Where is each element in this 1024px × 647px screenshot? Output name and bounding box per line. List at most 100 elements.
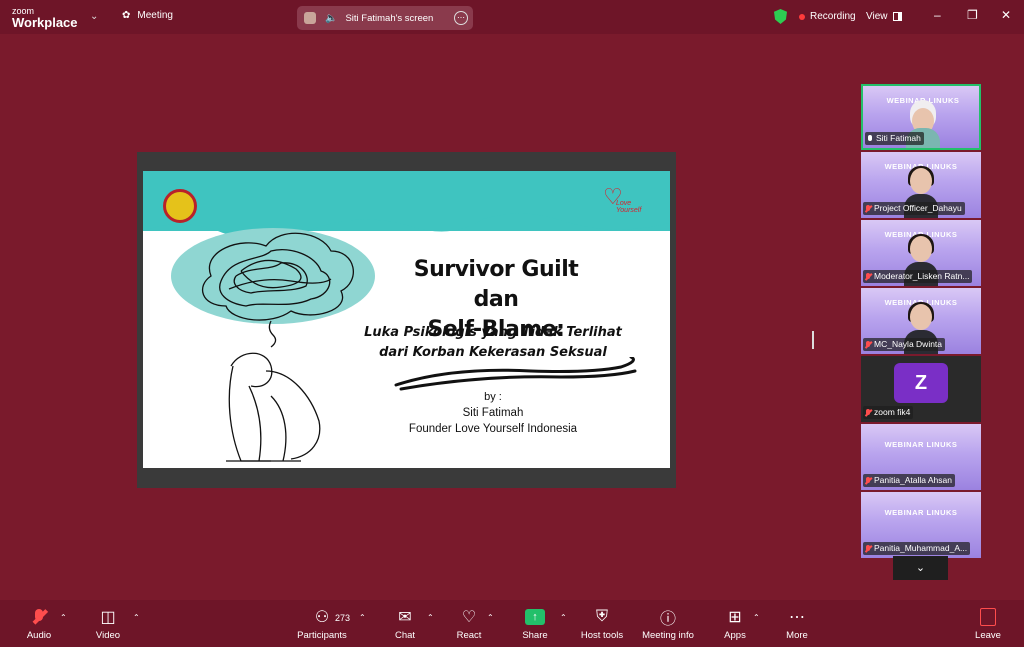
audio-button[interactable]: Audio	[9, 606, 69, 641]
participant-nameplate: Panitia_Muhammad_A...	[863, 542, 971, 555]
meeting-toolbar: Audio ⌃ ◫ Video ⌃ ⚇ Participants 273 ⌃ ✉…	[0, 600, 1024, 647]
participant-name: Project Officer_Dahayu	[874, 203, 962, 213]
shield-icon: ⛨	[595, 608, 608, 625]
microphone-muted-icon	[33, 609, 45, 625]
microphone-muted-icon	[865, 544, 871, 553]
react-options-caret-icon[interactable]: ⌃	[487, 613, 494, 622]
video-options-caret-icon[interactable]: ⌃	[133, 613, 140, 622]
speaker-icon: 🔈	[325, 12, 338, 24]
presenter-name: Siti Fatimah	[462, 407, 524, 419]
leave-button[interactable]: Leave	[958, 606, 1018, 641]
slide-subtitle-line1: Luka Psikologis yang Tidak Terlihat	[364, 325, 622, 340]
participant-name: Panitia_Atalla Ahsan	[874, 475, 952, 485]
recording-indicator[interactable]: Recording	[799, 11, 856, 22]
audio-label: Audio	[26, 630, 52, 641]
participant-nameplate: zoom fik4	[863, 406, 914, 419]
participant-tile[interactable]: Z zoom fik4	[861, 356, 981, 422]
meeting-label: Meeting	[137, 10, 173, 21]
video-label: Video	[95, 630, 121, 641]
participants-label: Participants	[297, 630, 347, 641]
panel-resize-handle[interactable]	[812, 331, 814, 349]
meeting-info-button[interactable]: ⓘ Meeting info	[638, 606, 698, 641]
participant-tile[interactable]: WEBINAR LINUKS Siti Fatimah	[861, 84, 981, 150]
shared-screen-pill[interactable]: 🔈 Siti Fatimah's screen ⋯	[297, 6, 473, 30]
participant-tile[interactable]: WEBINAR LINUKS MC_Nayla Dwinta	[861, 288, 981, 354]
restore-icon[interactable]: ❐	[967, 8, 978, 22]
recording-dot-icon	[799, 13, 805, 20]
participant-name: MC_Nayla Dwinta	[874, 339, 943, 349]
close-icon[interactable]: ✕	[1001, 8, 1011, 22]
presenter-role: Founder Love Yourself Indonesia	[408, 423, 578, 435]
scroll-down-chevron-icon[interactable]: ⌄	[893, 556, 948, 580]
presenter-avatar	[304, 12, 316, 24]
microphone-muted-icon	[865, 476, 871, 485]
shared-screen[interactable]: ♡ Love Yourself Survivor Guilt dan Self-…	[137, 152, 676, 488]
video-camera-icon: ◫	[100, 609, 116, 626]
zoom-workplace-logo[interactable]: zoom Workplace	[12, 6, 78, 29]
presentation-slide: ♡ Love Yourself Survivor Guilt dan Self-…	[143, 171, 670, 468]
leave-label: Leave	[975, 630, 1001, 641]
view-layout-icon	[892, 12, 902, 21]
participant-nameplate: Project Officer_Dahayu	[863, 202, 965, 215]
chevron-down-icon[interactable]: ⌄	[90, 11, 98, 22]
university-seal-logo	[163, 189, 197, 223]
video-button[interactable]: ◫ Video	[78, 606, 138, 641]
share-button[interactable]: ↑ Share	[505, 606, 565, 641]
participant-nameplate: Panitia_Atalla Ahsan	[863, 474, 955, 487]
view-label: View	[866, 11, 888, 22]
meeting-info-label: Meeting info	[642, 630, 694, 641]
share-arrow-icon: ↑	[525, 609, 545, 625]
slide-title-line1: Survivor Guilt dan	[413, 257, 579, 312]
chat-icon: ✉	[398, 609, 412, 626]
participant-tile[interactable]: WEBINAR LINUKS Panitia_Atalla Ahsan	[861, 424, 981, 490]
minimize-icon[interactable]: –	[934, 8, 941, 22]
paw-icon: ✿	[122, 10, 131, 21]
logo-text-yourself: Yourself	[616, 207, 642, 214]
share-label: Share	[522, 630, 548, 641]
microphone-muted-icon	[865, 272, 871, 281]
audio-options-caret-icon[interactable]: ⌃	[60, 613, 67, 622]
participant-tile[interactable]: WEBINAR LINUKS Project Officer_Dahayu	[861, 152, 981, 218]
participant-name: Siti Fatimah	[876, 133, 921, 143]
sad-person-illustration	[171, 228, 375, 462]
presenter-block: by : Siti Fatimah Founder Love Yourself …	[393, 389, 593, 437]
participants-options-caret-icon[interactable]: ⌃	[359, 613, 366, 622]
more-options-icon[interactable]: ⋯	[454, 11, 468, 25]
participant-nameplate: MC_Nayla Dwinta	[863, 338, 946, 351]
info-icon: ⓘ	[659, 611, 676, 628]
participant-name: Moderator_Lisken Ratn...	[874, 271, 970, 281]
chat-options-caret-icon[interactable]: ⌃	[427, 613, 434, 622]
brush-stroke-decoration	[394, 357, 637, 391]
participant-name: zoom fik4	[874, 407, 911, 417]
screen-owner-label: Siti Fatimah's screen	[345, 12, 434, 24]
by-label: by :	[484, 391, 502, 403]
microphone-muted-icon	[865, 340, 871, 349]
participants-count: 273	[335, 613, 351, 623]
title-bar: zoom Workplace ⌄ ✿ Meeting 🔈 Siti Fatima…	[0, 0, 1024, 34]
apps-button[interactable]: ⊞ Apps	[705, 606, 765, 641]
react-label: React	[456, 630, 482, 641]
leave-door-icon	[980, 608, 996, 626]
host-tools-button[interactable]: ⛨ Host tools	[572, 606, 632, 641]
apps-label: Apps	[724, 630, 746, 641]
view-button[interactable]: View	[866, 11, 902, 22]
more-button[interactable]: ⋯ More	[767, 606, 827, 641]
apps-options-caret-icon[interactable]: ⌃	[753, 613, 760, 622]
participant-nameplate: Siti Fatimah	[865, 132, 924, 145]
tile-banner-text: WEBINAR LINUKS	[884, 440, 958, 449]
chat-label: Chat	[394, 630, 416, 641]
more-dots-icon: ⋯	[789, 609, 805, 626]
participant-tile[interactable]: WEBINAR LINUKS Moderator_Lisken Ratn...	[861, 220, 981, 286]
participant-tile[interactable]: WEBINAR LINUKS Panitia_Muhammad_A...	[861, 492, 981, 558]
tile-banner-text: WEBINAR LINUKS	[884, 508, 958, 517]
participant-avatar: Z	[894, 363, 948, 403]
participant-nameplate: Moderator_Lisken Ratn...	[863, 270, 973, 283]
participants-button[interactable]: ⚇ Participants	[292, 606, 352, 641]
chat-button[interactable]: ✉ Chat	[375, 606, 435, 641]
react-button[interactable]: ♡ React	[439, 606, 499, 641]
recording-label: Recording	[810, 11, 856, 22]
share-options-caret-icon[interactable]: ⌃	[560, 613, 567, 622]
participant-name: Panitia_Muhammad_A...	[874, 543, 968, 553]
security-shield-icon[interactable]	[774, 9, 787, 24]
meeting-menu[interactable]: ✿ Meeting	[122, 10, 173, 21]
